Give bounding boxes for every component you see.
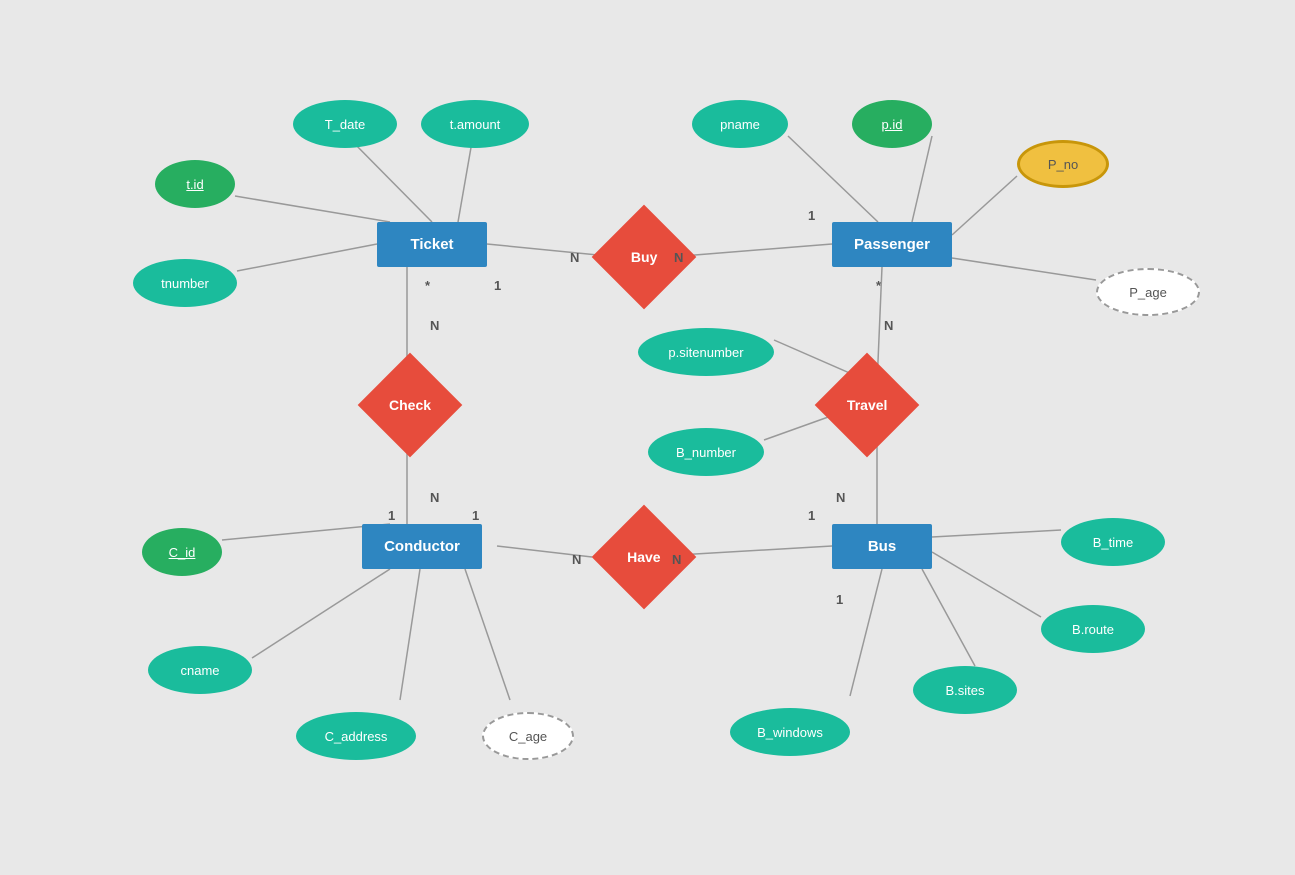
card-buy-ticket-1: 1 xyxy=(494,278,501,293)
card-travel-1-bot: 1 xyxy=(808,508,815,523)
card-have-1-left: 1 xyxy=(472,508,479,523)
attr-cname[interactable]: cname xyxy=(148,646,252,694)
attr-t-amount[interactable]: t.amount xyxy=(421,100,529,148)
relation-check[interactable]: Check xyxy=(360,370,460,440)
attr-b-number[interactable]: B_number xyxy=(648,428,764,476)
attr-t-date[interactable]: T_date xyxy=(293,100,397,148)
attr-c-address[interactable]: C_address xyxy=(296,712,416,760)
card-bus-1-bot: 1 xyxy=(836,592,843,607)
entity-conductor[interactable]: Conductor xyxy=(362,524,482,569)
card-buy-n1: N xyxy=(570,250,579,265)
card-travel-n-top: N xyxy=(884,318,893,333)
attr-b-time[interactable]: B_time xyxy=(1061,518,1165,566)
attr-p-no[interactable]: P_no xyxy=(1017,140,1109,188)
card-check-1-left: 1 xyxy=(388,508,395,523)
attr-p-id[interactable]: p.id xyxy=(852,100,932,148)
attr-pname[interactable]: pname xyxy=(692,100,788,148)
relation-travel[interactable]: Travel xyxy=(817,370,917,440)
card-ticket-star: * xyxy=(425,278,430,293)
entity-passenger[interactable]: Passenger xyxy=(832,222,952,267)
attr-t-id[interactable]: t.id xyxy=(155,160,235,208)
attr-c-age[interactable]: C_age xyxy=(482,712,574,760)
card-have-n1: N xyxy=(572,552,581,567)
card-check-n-top: N xyxy=(430,318,439,333)
card-passenger-star: * xyxy=(876,278,881,293)
card-check-n-bot: N xyxy=(430,490,439,505)
connector-lines xyxy=(0,0,1295,875)
card-travel-n-bot: N xyxy=(836,490,845,505)
er-diagram: Ticket Passenger Conductor Bus Buy Check… xyxy=(0,0,1295,875)
entity-ticket[interactable]: Ticket xyxy=(377,222,487,267)
card-have-n2: N xyxy=(672,552,681,567)
attr-p-sitenumber[interactable]: p.sitenumber xyxy=(638,328,774,376)
card-buy-1: 1 xyxy=(808,208,815,223)
attr-c-id[interactable]: C_id xyxy=(142,528,222,576)
attr-tnumber[interactable]: tnumber xyxy=(133,259,237,307)
attr-b-sites[interactable]: B.sites xyxy=(913,666,1017,714)
attr-b-windows[interactable]: B_windows xyxy=(730,708,850,756)
attr-p-age[interactable]: P_age xyxy=(1096,268,1200,316)
card-buy-n2: N xyxy=(674,250,683,265)
entity-bus[interactable]: Bus xyxy=(832,524,932,569)
attr-b-route[interactable]: B.route xyxy=(1041,605,1145,653)
